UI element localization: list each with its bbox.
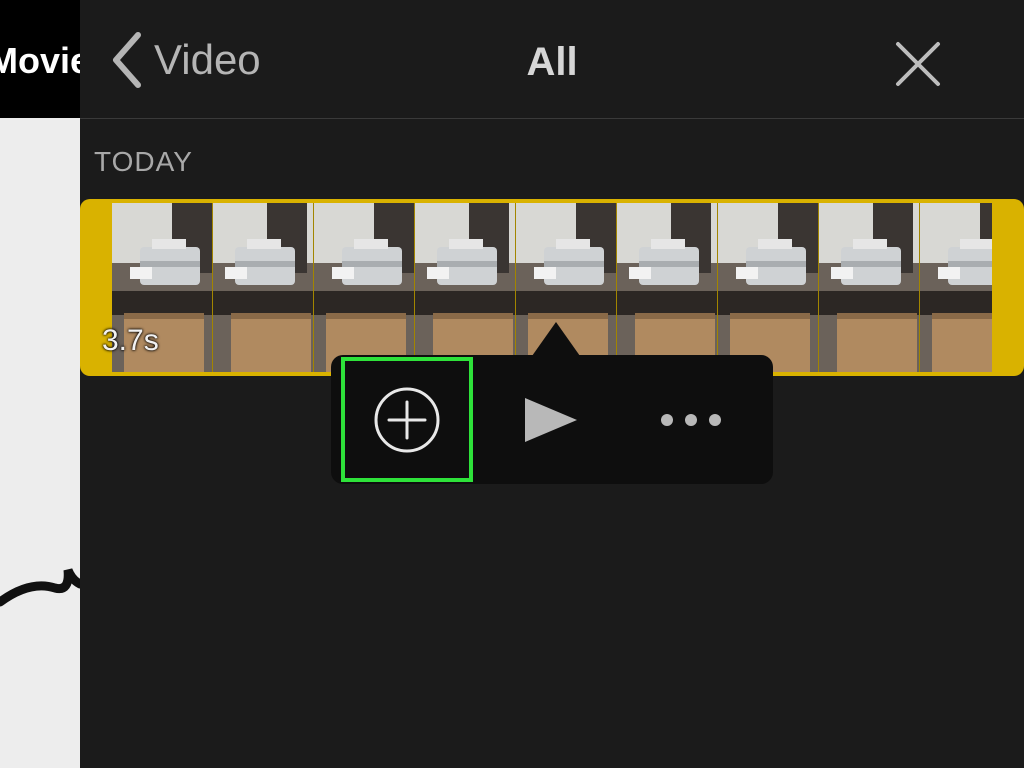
clip-frame-thumbnail xyxy=(617,203,718,372)
plus-circle-icon xyxy=(374,387,440,452)
play-button[interactable] xyxy=(491,355,611,484)
close-button[interactable] xyxy=(892,38,944,90)
media-browser-panel: Video All TODAY 3.7s xyxy=(80,0,1024,768)
clip-frame-thumbnail xyxy=(819,203,920,372)
clip-frame-thumbnail xyxy=(920,203,992,372)
sketch-drawing xyxy=(0,568,80,607)
clip-frame-thumbnail xyxy=(314,203,415,372)
add-to-project-button[interactable] xyxy=(341,357,473,482)
background-app: Movie xyxy=(0,0,80,768)
clip-duration: 3.7s xyxy=(102,324,159,357)
play-icon xyxy=(525,397,577,442)
clip-action-menu xyxy=(331,355,773,484)
popover-arrow xyxy=(532,322,580,356)
section-header: TODAY xyxy=(94,146,193,177)
more-icon xyxy=(661,413,721,426)
clip-frame-thumbnail xyxy=(415,203,516,372)
clip-frame-thumbnail xyxy=(718,203,819,372)
close-icon xyxy=(896,42,940,86)
background-app-title: Movie xyxy=(0,40,80,81)
clip-frame-thumbnail xyxy=(213,203,314,372)
background-app-header: Movie xyxy=(0,0,80,118)
page-title: All xyxy=(526,40,578,84)
more-options-button[interactable] xyxy=(631,355,751,484)
navigation-bar: Video All xyxy=(80,0,1024,119)
